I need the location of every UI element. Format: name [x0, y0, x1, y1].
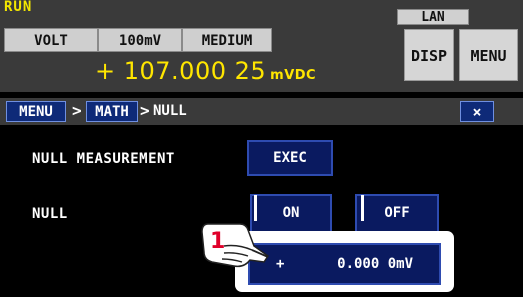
run-indicator: RUN	[4, 0, 33, 15]
off-button-indicator	[361, 195, 364, 221]
step-number: 1	[210, 229, 226, 254]
breadcrumb-separator: >	[140, 101, 150, 120]
null-value-sign: +	[276, 256, 285, 272]
close-button[interactable]: ×	[460, 101, 494, 122]
range-indicator: 100mV	[98, 28, 182, 52]
breadcrumb-separator: >	[72, 101, 82, 120]
lan-indicator: LAN	[397, 9, 469, 25]
function-indicator: VOLT	[4, 28, 98, 52]
null-value: 0.000 0mV	[337, 256, 413, 272]
reading-value: + 107.000 25	[95, 57, 267, 85]
menu-button[interactable]: MENU	[459, 29, 518, 81]
reading-unit: mVDC	[270, 68, 317, 83]
null-measurement-label: NULL MEASUREMENT	[32, 151, 175, 167]
null-value-field[interactable]: + 0.000 0mV	[248, 243, 441, 285]
null-label: NULL	[32, 206, 68, 222]
breadcrumb-current: NULL	[153, 103, 187, 119]
disp-button[interactable]: DISP	[404, 29, 454, 81]
breadcrumb-math[interactable]: MATH	[86, 101, 138, 122]
measurement-reading: + 107.000 25 mVDC	[95, 57, 316, 85]
breadcrumb-menu[interactable]: MENU	[6, 101, 66, 122]
pointing-hand-icon	[201, 223, 270, 268]
null-off-button[interactable]: OFF	[355, 194, 439, 233]
rate-indicator: MEDIUM	[182, 28, 272, 52]
exec-button[interactable]: EXEC	[247, 140, 333, 176]
